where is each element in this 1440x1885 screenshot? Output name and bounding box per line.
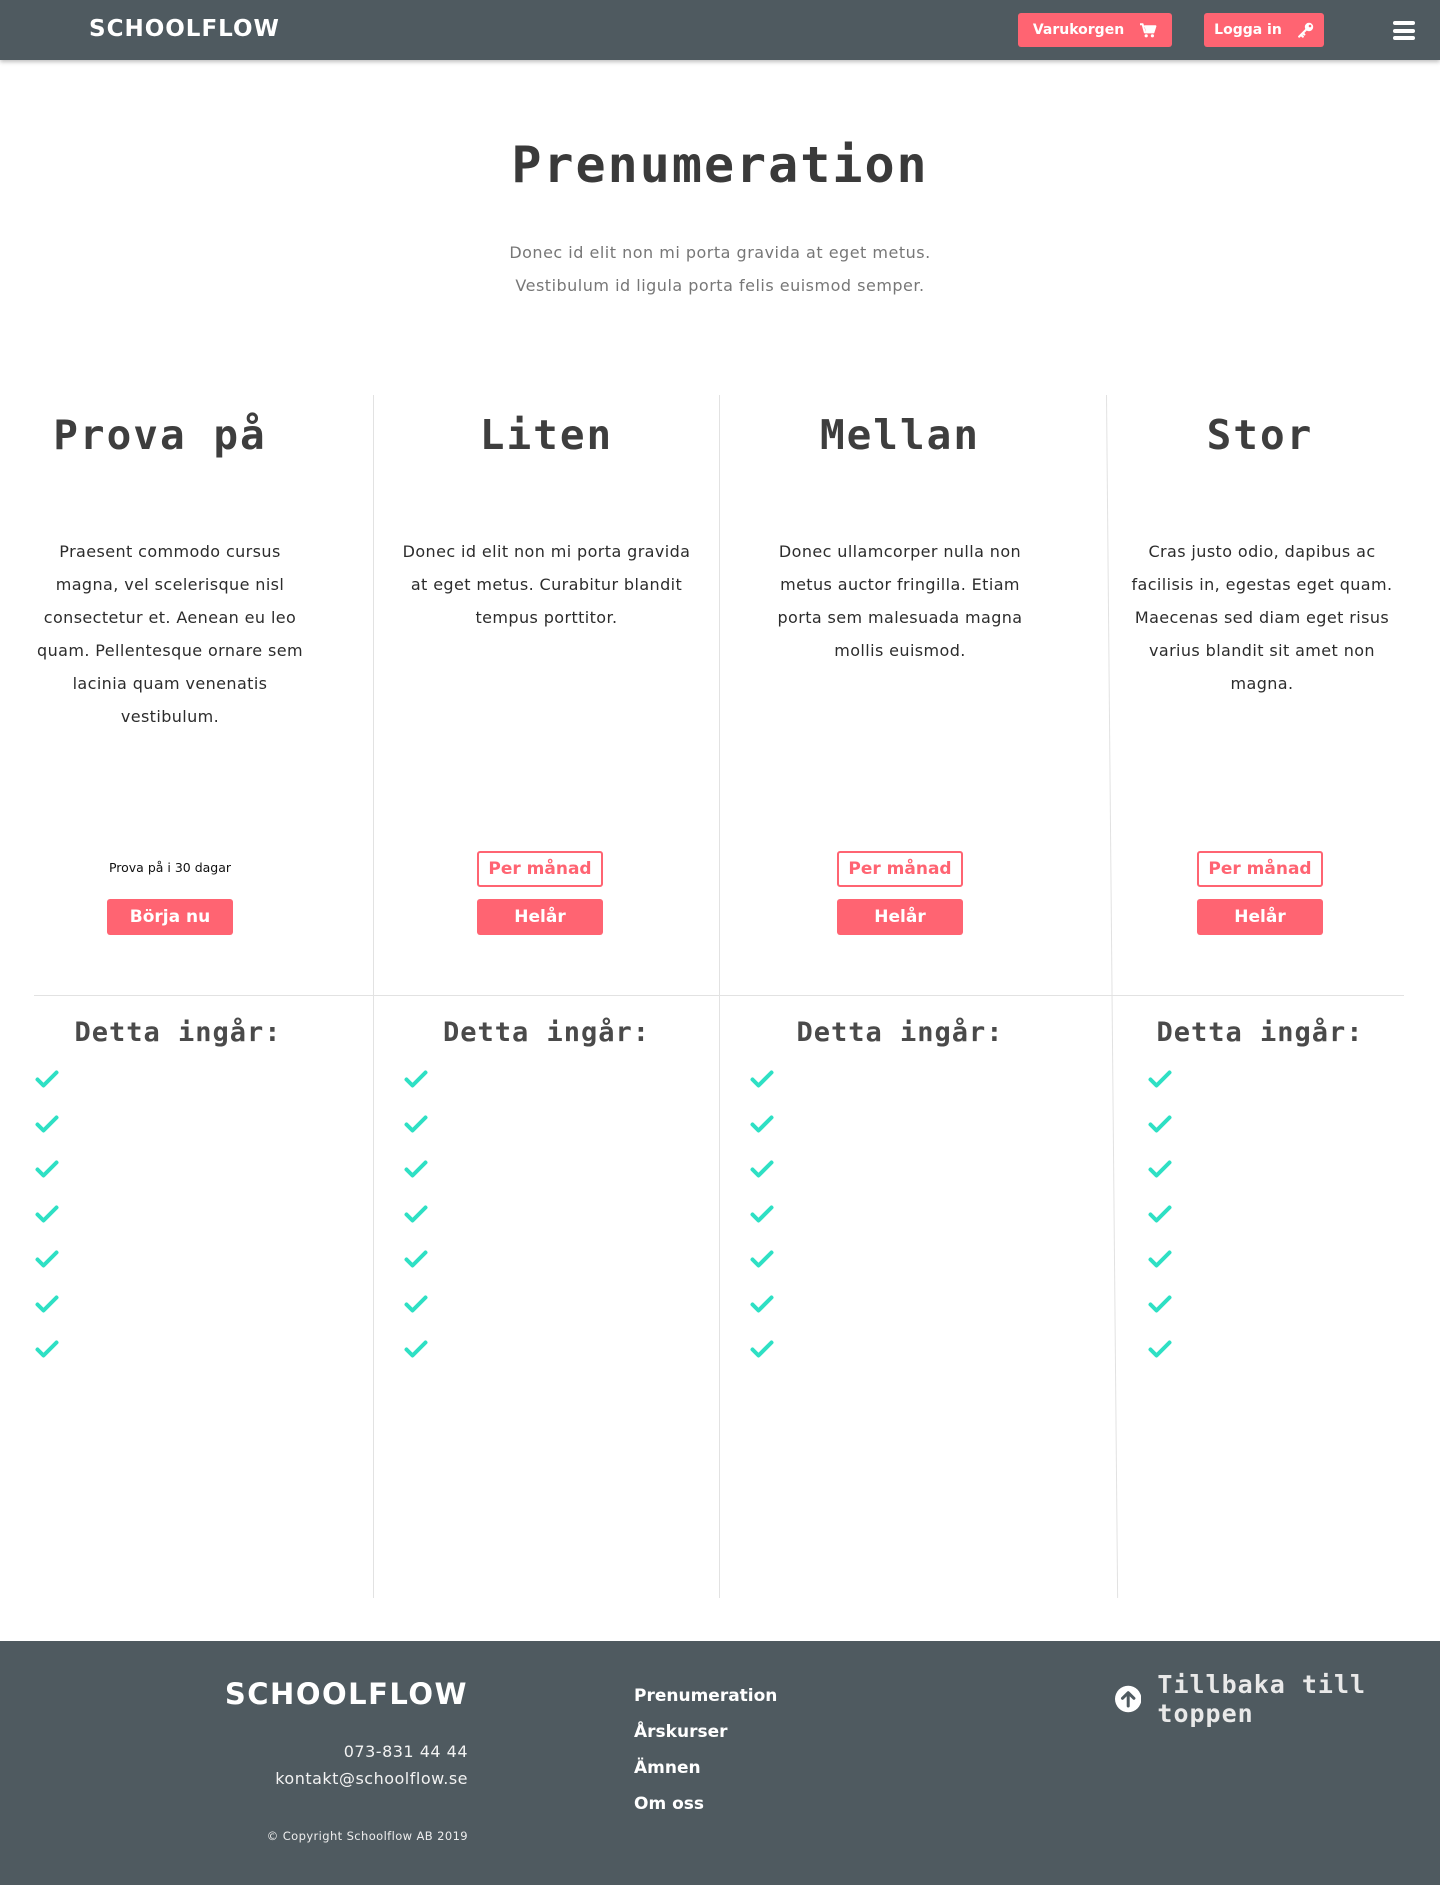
intro-text: Donec id elit non mi porta gravida at eg… xyxy=(0,236,1440,302)
check-icon xyxy=(35,1115,59,1133)
site-footer: SCHOOLFLOW 073-831 44 44 kontakt@schoolf… xyxy=(0,1641,1440,1885)
check-icon xyxy=(750,1205,774,1223)
check-icon xyxy=(750,1160,774,1178)
full-year-button[interactable]: Helår xyxy=(477,899,603,935)
check-icon xyxy=(750,1115,774,1133)
plan-name: Mellan xyxy=(819,411,981,459)
check-icon xyxy=(750,1070,774,1088)
hamburger-menu-icon[interactable] xyxy=(1393,21,1415,40)
included-title: Detta ingår: xyxy=(796,1017,1004,1048)
footer-logo[interactable]: SCHOOLFLOW xyxy=(225,1677,468,1711)
included-title: Detta ingår: xyxy=(74,1017,282,1048)
check-icon xyxy=(1148,1250,1172,1268)
full-year-button[interactable]: Helår xyxy=(1197,899,1323,935)
cart-icon xyxy=(1140,22,1157,37)
check-icon xyxy=(404,1160,428,1178)
check-icon xyxy=(35,1070,59,1088)
check-icon xyxy=(750,1295,774,1313)
check-icon xyxy=(1148,1160,1172,1178)
intro-line-1: Donec id elit non mi porta gravida at eg… xyxy=(509,243,931,262)
check-icon xyxy=(404,1340,428,1358)
footer-nav: Prenumeration Årskurser Ämnen Om oss xyxy=(634,1687,777,1831)
check-icon xyxy=(1148,1115,1172,1133)
check-icon xyxy=(35,1340,59,1358)
check-icon xyxy=(750,1340,774,1358)
intro-line-2: Vestibulum id ligula porta felis euismod… xyxy=(515,276,925,295)
per-month-button[interactable]: Per månad xyxy=(837,851,963,887)
login-button[interactable]: Logga in xyxy=(1204,13,1324,47)
plan-description: Donec ullamcorper nulla non metus auctor… xyxy=(777,542,1023,660)
back-to-top-label: Tillbaka till toppen xyxy=(1157,1670,1367,1728)
plan-card-stor: Stor Cras justo odio, dapibus ac facilis… xyxy=(1080,395,1440,1598)
check-icon xyxy=(1148,1340,1172,1358)
full-year-button[interactable]: Helår xyxy=(837,899,963,935)
included-list xyxy=(750,1069,774,1384)
plan-description: Praesent commodo cursus magna, vel scele… xyxy=(37,542,303,726)
plan-name: Liten xyxy=(479,411,614,459)
included-title: Detta ingår: xyxy=(442,1017,651,1048)
check-icon xyxy=(750,1250,774,1268)
arrow-up-circle-icon xyxy=(1115,1685,1142,1713)
check-icon xyxy=(404,1115,428,1133)
check-icon xyxy=(35,1205,59,1223)
top-navigation-bar: SCHOOLFLOW Varukorgen Logga in xyxy=(0,0,1440,60)
check-icon xyxy=(35,1295,59,1313)
plan-card-liten: Liten Donec id elit non mi porta gravida… xyxy=(374,395,719,1598)
plan-name: Prova på xyxy=(53,411,267,459)
check-icon xyxy=(35,1160,59,1178)
check-icon xyxy=(1148,1295,1172,1313)
check-icon xyxy=(1148,1070,1172,1088)
cart-button[interactable]: Varukorgen xyxy=(1018,13,1172,47)
footer-link-om-oss[interactable]: Om oss xyxy=(634,1795,777,1813)
plan-description: Cras justo odio, dapibus ac facilisis in… xyxy=(1131,542,1393,693)
check-icon xyxy=(404,1205,428,1223)
site-logo[interactable]: SCHOOLFLOW xyxy=(89,16,280,42)
start-now-button[interactable]: Börja nu xyxy=(107,899,233,935)
per-month-button[interactable]: Per månad xyxy=(477,851,603,887)
footer-email[interactable]: kontakt@schoolflow.se xyxy=(275,1769,468,1788)
check-icon xyxy=(35,1250,59,1268)
footer-phone[interactable]: 073-831 44 44 xyxy=(344,1742,468,1761)
plan-description: Donec id elit non mi porta gravida at eg… xyxy=(402,542,691,627)
key-icon xyxy=(1297,22,1314,38)
footer-copyright: © Copyright Schoolflow AB 2019 xyxy=(266,1829,468,1843)
footer-link-arskurser[interactable]: Årskurser xyxy=(634,1723,777,1741)
check-icon xyxy=(404,1070,428,1088)
per-month-button[interactable]: Per månad xyxy=(1197,851,1323,887)
plan-card-prova-pa: Prova på Praesent commodo cursus magna, … xyxy=(0,395,340,1598)
trial-note: Prova på i 30 dagar xyxy=(108,860,232,875)
included-list xyxy=(1148,1069,1172,1384)
plan-card-mellan: Mellan Donec ullamcorper nulla non metus… xyxy=(720,395,1080,1598)
footer-link-prenumeration[interactable]: Prenumeration xyxy=(634,1687,777,1705)
page-title: Prenumeration xyxy=(511,136,929,194)
check-icon xyxy=(1148,1205,1172,1223)
pricing-plans: Prova på Praesent commodo cursus magna, … xyxy=(0,394,1440,1598)
check-icon xyxy=(404,1295,428,1313)
included-list xyxy=(404,1069,428,1384)
included-list xyxy=(35,1069,59,1384)
included-title: Detta ingår: xyxy=(1156,1017,1364,1048)
check-icon xyxy=(404,1250,428,1268)
plan-name: Stor xyxy=(1206,411,1314,459)
login-button-label: Logga in xyxy=(1214,22,1282,38)
cart-button-label: Varukorgen xyxy=(1032,22,1125,38)
footer-link-amnen[interactable]: Ämnen xyxy=(634,1759,777,1777)
back-to-top-link[interactable]: Tillbaka till toppen xyxy=(1115,1670,1440,1728)
